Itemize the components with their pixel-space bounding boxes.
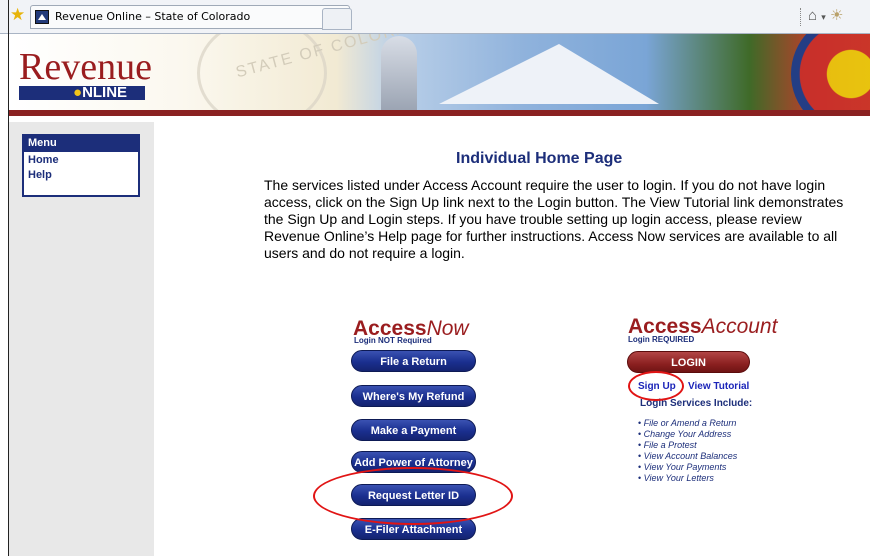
logo-online[interactable]: ●NLINE (73, 84, 127, 102)
login-services-list: File or Amend a Return Change Your Addre… (638, 418, 738, 484)
file-a-return-button[interactable]: File a Return (351, 350, 476, 372)
list-item: Change Your Address (638, 429, 737, 440)
list-item: View Account Balances (638, 451, 738, 462)
list-item: File a Protest (638, 440, 737, 451)
page-title: Individual Home Page (456, 150, 623, 167)
login-button[interactable]: LOGIN (627, 351, 750, 373)
sidebar-menu: Menu Home Help (22, 134, 140, 197)
site-banner: STATE OF COLORADO Revenue ●NLINE (9, 34, 870, 116)
mountain-image (439, 44, 659, 104)
intro-paragraph: The services listed under Access Account… (264, 177, 844, 261)
access-account-subtitle: Login REQUIRED (628, 335, 695, 344)
list-item: View Your Letters (638, 473, 737, 484)
sign-up-annotation-circle (628, 371, 684, 401)
logo-revenue[interactable]: Revenue (19, 48, 152, 86)
colorado-flag-image (791, 34, 870, 110)
menu-item-help[interactable]: Help (24, 167, 138, 182)
make-a-payment-button[interactable]: Make a Payment (351, 419, 476, 441)
capitol-dome-image (381, 36, 417, 110)
menu-item-home[interactable]: Home (24, 152, 138, 167)
list-item: File or Amend a Return (638, 418, 737, 429)
request-letter-id-annotation-circle (313, 467, 513, 525)
wheres-my-refund-button[interactable]: Where's My Refund (351, 385, 476, 407)
list-item: View Your Payments (638, 462, 737, 473)
access-now-subtitle: Login NOT Required (354, 336, 432, 345)
menu-heading: Menu (24, 136, 138, 152)
view-tutorial-link[interactable]: View Tutorial (688, 381, 749, 392)
